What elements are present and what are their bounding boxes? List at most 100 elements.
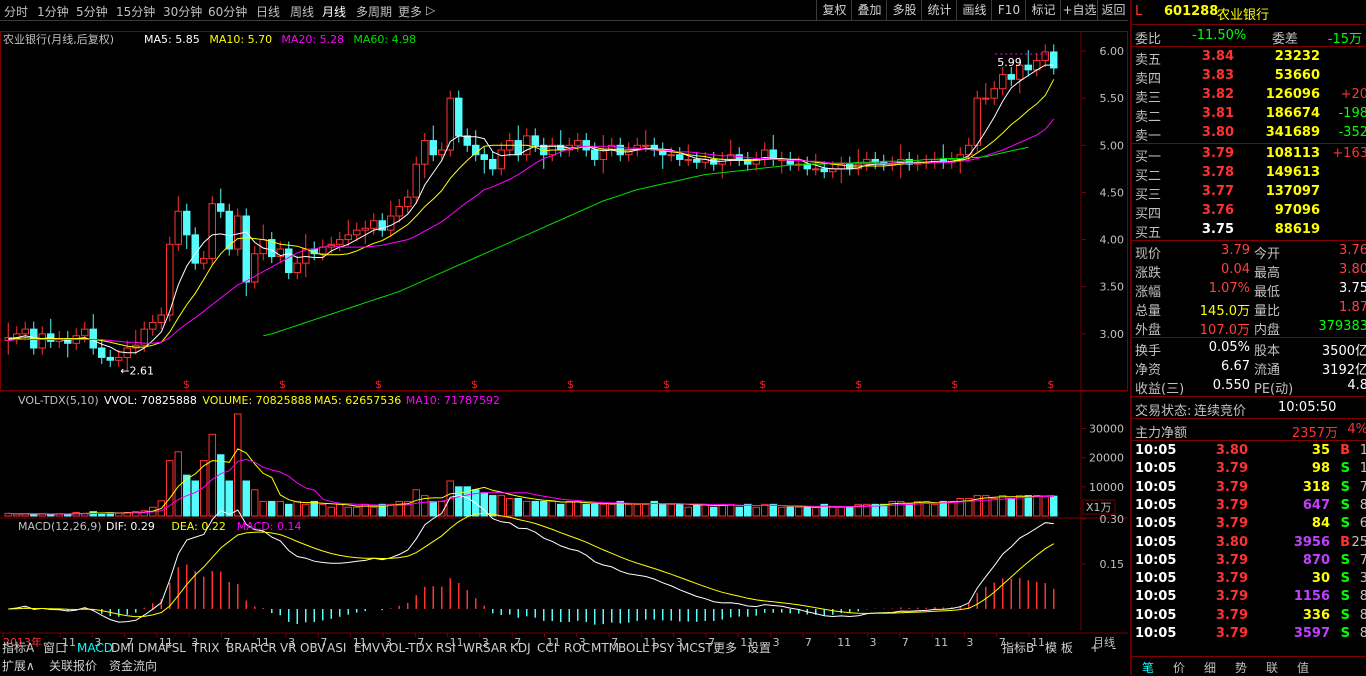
candle-body [208,203,216,259]
indicator-tab-asi[interactable]: ASI [327,640,346,657]
indicator-right-tab-1[interactable]: 模 板 [1045,640,1073,657]
volume-bar [259,500,267,517]
candle-body [820,168,828,173]
indicator-tab-wr[interactable]: WR [463,640,483,657]
period-tab-1[interactable]: 1分钟 [37,3,69,20]
indicator-tab-mtm[interactable]: MTM [591,640,619,657]
extension-tab-2[interactable]: 资金流向 [109,658,157,675]
indicator-right-tab-2[interactable]: + [1090,640,1100,657]
tick-side: B [1340,534,1350,550]
volume-bar [557,503,565,517]
quote-tab-0[interactable]: 笔 [1142,659,1154,676]
ma-label-3: MA60: 4.98 [353,33,416,46]
period-tab-8[interactable]: 月线 [322,3,346,20]
extension-tab-1[interactable]: 关联报价 [49,658,97,675]
indicator-right-tab-0[interactable]: 指标B [1002,640,1034,657]
bid-label: 买五 [1135,226,1162,241]
period-tab-9[interactable]: 多周期 [356,3,392,20]
quote-tab-4[interactable]: 联 [1266,659,1278,676]
quote-tab-5[interactable]: 值 [1297,659,1309,676]
stat2-row: 收益(三) 0.550 PE(动) 4.8 [1132,377,1366,397]
period-tab-7[interactable]: 周线 [290,3,314,20]
volume-bar [625,503,633,517]
stat-value-left: 3.79 [1221,243,1250,258]
indicator-tab-trix[interactable]: TRIX [192,640,219,657]
quote-tab-2[interactable]: 细 [1204,659,1216,676]
stat2-value-right: 3500亿 [1321,344,1366,359]
tick-side: S [1340,626,1350,641]
more-arrow-icon[interactable]: ▷ [426,3,435,17]
tick-row: 10:05 3.79 30 S 3 [1132,570,1366,589]
indicator-tab-brar[interactable]: BRAR [226,640,259,657]
toolbar-button-1[interactable]: 叠加 [851,0,887,20]
stat2-label-right: PE(动) [1254,382,1294,397]
period-tab-0[interactable]: 分时 [4,3,28,20]
tick-side: B [1340,443,1350,458]
period-tab-10[interactable]: 更多 [398,3,422,20]
tick-count: 3 [1359,571,1366,587]
indicator-tab-vr[interactable]: VR [280,640,297,657]
volume-bar [319,503,327,517]
extension-tab-0[interactable]: 扩展∧ [2,658,35,675]
volume-bar [276,500,284,517]
volume-bar [710,506,718,517]
indicator-tab-obv[interactable]: OBV [300,640,326,657]
volume-bar [990,498,998,517]
indicator-tab-macd[interactable]: MACD [77,640,113,657]
dividend-marker-icon: $ [663,378,670,391]
bid-row: 买一 3.79 108113 +163 [1132,145,1366,165]
indicator-tab-rsi[interactable]: RSI [436,640,456,657]
macd-dea-line [8,512,1055,618]
tick-price: 3.79 [1215,589,1248,605]
indicator-tab-boll[interactable]: BOLL [618,640,649,657]
indicator-tab-更多[interactable]: 更多 [713,640,737,657]
toolbar-button-8[interactable]: 返回 [1097,0,1129,20]
indicator-tab-emv[interactable]: EMV [354,640,380,657]
toolbar-button-4[interactable]: 画线 [956,0,992,20]
indicator-tab-roc[interactable]: ROC [564,640,590,657]
indicator-tab-dmi[interactable]: DMI [111,640,134,657]
indicator-tab-dma[interactable]: DMA [138,640,166,657]
period-tab-6[interactable]: 日线 [256,3,280,20]
indicator-tab-设置[interactable]: 设置 [747,640,771,657]
toolbar-button-7[interactable]: +自选 [1060,0,1098,20]
indicator-tab-指标a[interactable]: 指标A [2,640,34,657]
period-tab-5[interactable]: 60分钟 [208,3,247,20]
header-separator [1132,24,1366,25]
candle-body [115,356,123,361]
volume-tick-label: 30000 [1089,423,1124,436]
indicator-right-tab-3[interactable]: - [1112,640,1116,657]
candle-body [395,206,403,217]
indicator-tab-窗口[interactable]: 窗口 [43,640,67,657]
weibi-separator [1132,46,1366,47]
bid-label: 买二 [1135,169,1162,184]
price-tick-label: 4.50 [1100,186,1125,199]
indicator-tab-psy[interactable]: PSY [652,640,674,657]
quote-tab-1[interactable]: 价 [1173,659,1185,676]
tick-price: 3.79 [1215,552,1248,568]
toolbar-button-2[interactable]: 多股 [886,0,922,20]
toolbar-button-0[interactable]: 复权 [816,0,852,20]
indicator-tab-cr[interactable]: CR [260,640,277,657]
period-tab-2[interactable]: 5分钟 [76,3,108,20]
stat2-value-left: 0.05% [1208,340,1250,355]
indicator-tab-fsl[interactable]: FSL [165,640,186,657]
stat2-label-right: 股本 [1254,344,1281,359]
toolbar-button-6[interactable]: 标记 [1025,0,1061,20]
volume-bar [574,500,582,517]
indicator-tab-mcst[interactable]: MCST [679,640,713,657]
indicator-tab-sar[interactable]: SAR [483,640,507,657]
tick-row: 10:05 3.80 35 B 1 [1132,442,1366,461]
quote-tab-3[interactable]: 势 [1235,659,1247,676]
ma-label-1: MA10: 5.70 [209,33,272,46]
period-tab-4[interactable]: 30分钟 [163,3,202,20]
period-tab-3[interactable]: 15分钟 [116,3,155,20]
chart-area[interactable]: 6.00 5.50 5.00 4.50 4.00 3.50 3.00 5.99 ←2.61 $ $ $… [0,21,1128,661]
toolbar-button-5[interactable]: F10 [991,0,1026,20]
indicator-tab-kdj[interactable]: KDJ [510,640,531,657]
tick-count: 1 [1359,461,1366,477]
tick-volume: 35 [1311,443,1330,458]
indicator-tab-vol-tdx[interactable]: VOL-TDX [381,640,433,657]
toolbar-button-3[interactable]: 统计 [921,0,957,20]
indicator-tab-cci[interactable]: CCI [537,640,557,657]
